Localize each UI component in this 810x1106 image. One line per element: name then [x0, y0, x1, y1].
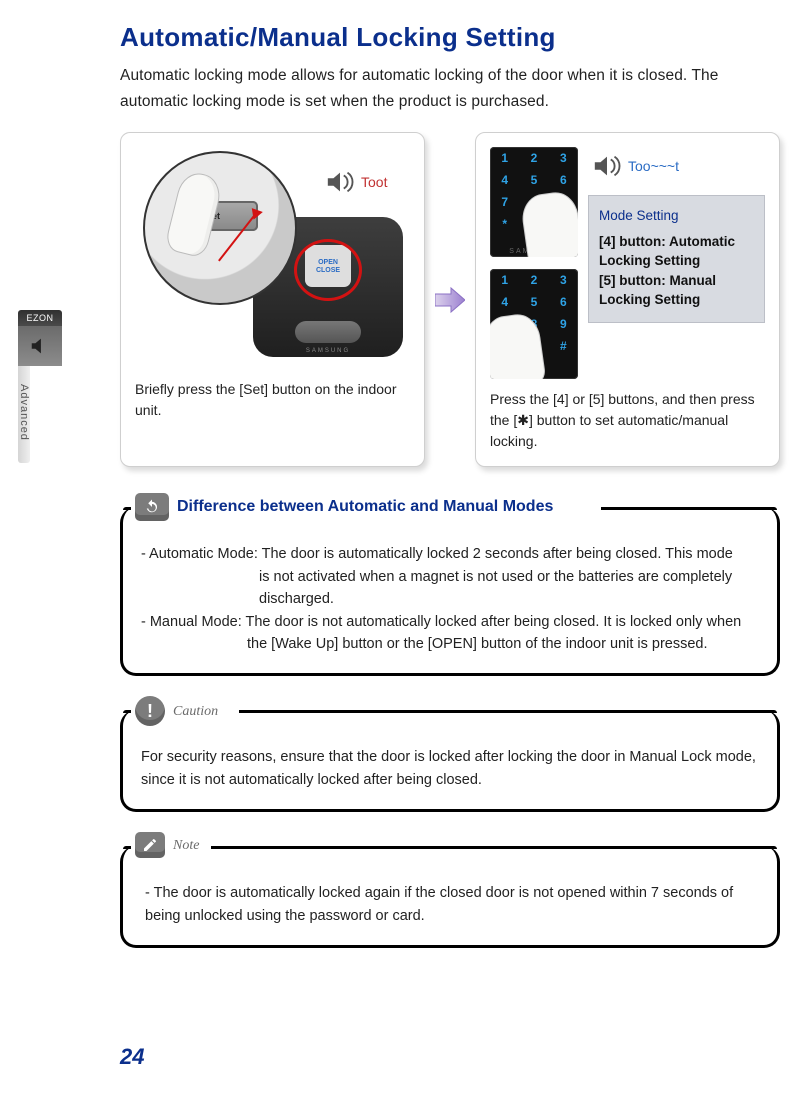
sound-icon: [325, 167, 355, 197]
mode-setting-heading: Mode Setting: [599, 206, 754, 226]
refresh-icon: [135, 493, 169, 521]
diff-auto-lead: - Automatic Mode:: [141, 546, 262, 562]
magnified-view: Set: [143, 151, 297, 305]
sound-icon: [592, 151, 622, 181]
diff-manual: - Manual Mode: The door is not automatic…: [141, 611, 759, 656]
card2-caption: Press the [4] or [5] buttons, and then p…: [490, 389, 765, 452]
highlight-ring: [294, 239, 362, 301]
card1-sound: Toot: [325, 167, 387, 197]
mode-line1: [4] button: Automatic Locking Setting: [599, 232, 754, 271]
diff-auto-body-inline: The door is automatically locked 2 secon…: [262, 546, 733, 562]
diff-manual-body-line2: the [Wake Up] button or the [OPEN] butto…: [247, 633, 759, 655]
page-title: Automatic/Manual Locking Setting: [120, 22, 780, 53]
diff-manual-body-inline: The door is not automatically locked aft…: [246, 614, 742, 630]
note-body: - The door is automatically locked again…: [145, 882, 759, 927]
turn-knob: [295, 321, 361, 343]
card2-sound-label: Too~~~t: [628, 158, 679, 174]
diff-auto: - Automatic Mode: The door is automatica…: [141, 543, 759, 610]
arrow-between-steps: [435, 132, 465, 467]
caution-icon: !: [135, 696, 165, 726]
card1-caption: Briefly press the [Set] button on the in…: [135, 379, 410, 421]
note-legend: Note: [135, 832, 207, 858]
step-card-1: OPEN CLOSE SAMSUNG Set: [120, 132, 425, 467]
card2-illustration: 123 456 789 *0# SAMSUNG 123 456 789: [490, 147, 765, 379]
keypads-column: 123 456 789 *0# SAMSUNG 123 456 789: [490, 147, 578, 379]
difference-legend: Difference between Automatic and Manual …: [135, 493, 561, 521]
mode-setting-box: Mode Setting [4] button: Automatic Locki…: [588, 195, 765, 323]
card2-sound: Too~~~t: [592, 151, 765, 181]
arrow-right-icon: [435, 286, 465, 314]
info-box-note: Note - The door is automatically locked …: [120, 846, 780, 948]
hand-illustration-top: [519, 190, 578, 258]
device-brand: SAMSUNG: [306, 348, 350, 354]
caution-label: Caution: [173, 701, 218, 723]
difference-heading: Difference between Automatic and Manual …: [177, 495, 553, 520]
card2-right-column: Too~~~t Mode Setting [4] button: Automat…: [588, 147, 765, 379]
note-icon: [135, 832, 165, 858]
caution-legend: ! Caution: [135, 696, 226, 726]
keypad-bottom: 123 456 789 *0#: [490, 269, 578, 379]
mode-setting-body: [4] button: Automatic Locking Setting [5…: [599, 232, 754, 310]
info-box-caution: ! Caution For security reasons, ensure t…: [120, 710, 780, 812]
finger-illustration: [164, 169, 225, 259]
intro-text: Automatic locking mode allows for automa…: [120, 63, 780, 114]
page-number: 24: [120, 1044, 144, 1070]
diff-manual-lead: - Manual Mode:: [141, 614, 246, 630]
card1-illustration: OPEN CLOSE SAMSUNG Set: [135, 147, 410, 367]
caution-body: For security reasons, ensure that the do…: [141, 746, 759, 791]
diff-auto-body-line3: discharged.: [259, 588, 759, 610]
diff-auto-body-line2: is not activated when a magnet is not us…: [259, 566, 759, 588]
step-cards-row: OPEN CLOSE SAMSUNG Set: [120, 132, 780, 467]
card1-sound-label: Toot: [361, 174, 387, 190]
keypad-top: 123 456 789 *0# SAMSUNG: [490, 147, 578, 257]
note-label: Note: [173, 835, 199, 857]
info-box-difference: Difference between Automatic and Manual …: [120, 507, 780, 676]
step-card-2: 123 456 789 *0# SAMSUNG 123 456 789: [475, 132, 780, 467]
mode-line2: [5] button: Manual Locking Setting: [599, 271, 754, 310]
